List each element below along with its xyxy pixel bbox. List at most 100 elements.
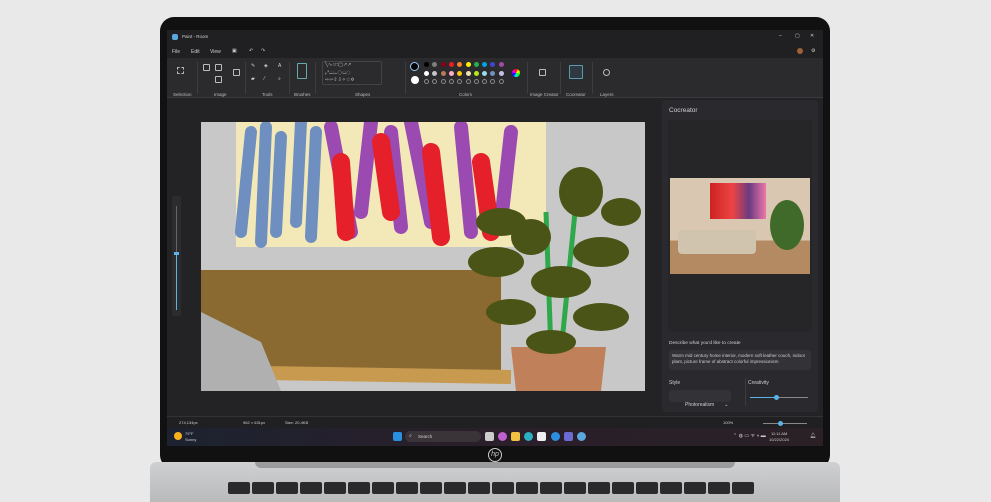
palette-color[interactable] [457, 79, 463, 84]
copilot-icon[interactable] [498, 432, 507, 441]
clock-date[interactable]: 10/22/2024 [769, 437, 789, 442]
generated-image[interactable] [670, 178, 810, 274]
palette-color[interactable] [498, 62, 504, 67]
primary-color[interactable] [410, 62, 419, 71]
palette-color[interactable] [424, 79, 429, 84]
group-image: Image [214, 92, 227, 97]
taskbar: 79°F Sunny ⌕ Search ⌃ ◍ ▭ ᯤ ◖ ▬ 11:11 AM… [167, 428, 823, 446]
menu-file[interactable]: File [172, 49, 180, 55]
search-box[interactable]: ⌕ Search [405, 431, 481, 442]
group-tools: Tools [262, 92, 273, 97]
file-explorer-icon[interactable] [511, 432, 520, 441]
palette-color[interactable] [465, 70, 471, 76]
text-icon[interactable]: A [278, 63, 281, 69]
rotate-icon[interactable] [215, 76, 222, 83]
palette-color[interactable] [490, 79, 496, 84]
palette-color[interactable] [424, 70, 429, 76]
palette-color[interactable] [440, 79, 446, 84]
palette-color[interactable] [424, 62, 429, 67]
edit-colors-icon[interactable] [512, 69, 520, 77]
magnifier-icon[interactable]: ⌕ [278, 76, 281, 82]
prompt-input[interactable]: Warm mid century home interior, modern s… [669, 350, 811, 370]
search-placeholder: Search [418, 434, 433, 439]
palette-color[interactable] [473, 79, 479, 84]
account-avatar[interactable] [797, 48, 803, 54]
image-creator-icon[interactable] [539, 69, 546, 76]
palette-color[interactable] [432, 79, 438, 84]
close-button[interactable]: ✕ [810, 33, 814, 39]
menu-view[interactable]: View [210, 49, 221, 55]
palette-color[interactable] [498, 70, 504, 76]
zoom-dropdown[interactable]: 100% [723, 420, 733, 425]
ribbon: Selection Image ✎ ◈ A ▰ ⁄ ⌕ Tools Brushe… [167, 58, 823, 98]
system-tray-icons[interactable]: ⌃ ◍ ▭ ᯤ ◖ ▬ [733, 433, 766, 439]
settings-icon[interactable]: ⚙ [811, 48, 815, 54]
brushes-icon[interactable] [297, 63, 307, 79]
save-icon[interactable]: ▣ [232, 48, 237, 54]
palette-color[interactable] [448, 79, 454, 84]
weather-sun-icon [174, 432, 182, 440]
settings-app-icon[interactable] [551, 432, 560, 441]
palette-color[interactable] [465, 62, 471, 67]
brush-size-slider[interactable] [172, 196, 181, 316]
secondary-color[interactable] [411, 76, 419, 84]
selection-icon[interactable] [177, 67, 184, 74]
palette-color[interactable] [473, 62, 479, 67]
resize-icon[interactable] [215, 64, 222, 71]
palette-color[interactable] [457, 62, 463, 67]
crop-icon[interactable] [203, 64, 210, 71]
palette-color[interactable] [432, 62, 438, 67]
cocreator-title: Cocreator [669, 107, 698, 114]
eraser-icon[interactable]: ▰ [251, 76, 255, 82]
palette-color[interactable] [448, 62, 454, 67]
style-label: Style [669, 380, 681, 386]
menu-edit[interactable]: Edit [191, 49, 200, 55]
undo-icon[interactable]: ↶ [249, 48, 253, 54]
color-picker-icon[interactable]: ⁄ [264, 76, 265, 82]
palette-color[interactable] [432, 70, 438, 76]
start-button[interactable] [393, 432, 402, 441]
palette-color[interactable] [473, 70, 479, 76]
creativity-slider[interactable] [750, 395, 808, 400]
title-bar: Paint - Room – ▢ ✕ [167, 30, 823, 44]
task-view-icon[interactable] [485, 432, 494, 441]
hp-logo: hp [488, 448, 502, 462]
status-bar: 274,134px 962 × 631px Size: 20.4KB 100% [167, 416, 823, 428]
maximize-button[interactable]: ▢ [795, 33, 800, 39]
palette-color[interactable] [440, 70, 446, 76]
menu-bar: File Edit View ▣ ↶ ↷ ⚙ [167, 44, 823, 58]
pencil-icon[interactable]: ✎ [251, 63, 255, 69]
palette-color[interactable] [490, 70, 496, 76]
image-select-icon[interactable] [233, 69, 240, 76]
redo-icon[interactable]: ↷ [261, 48, 265, 54]
palette-color[interactable] [498, 79, 504, 84]
paint-app-icon [172, 34, 178, 40]
store-icon[interactable] [537, 432, 546, 441]
group-image-creator: Image Creator [530, 92, 559, 97]
cocreator-button[interactable] [569, 65, 583, 79]
cocreator-panel: Cocreator Describe what you'd like to cr… [662, 100, 818, 412]
minimize-button[interactable]: – [779, 33, 782, 39]
palette-color[interactable] [482, 79, 488, 84]
teams-icon[interactable] [564, 432, 573, 441]
weather-condition: Sunny [185, 437, 197, 442]
drawing-canvas[interactable] [200, 115, 645, 391]
palette-color[interactable] [457, 70, 463, 76]
layers-icon[interactable] [603, 69, 610, 76]
palette-color[interactable] [482, 62, 488, 67]
drawing [200, 115, 641, 391]
zoom-slider[interactable] [763, 421, 807, 426]
palette-color[interactable] [465, 79, 471, 84]
palette-color[interactable] [440, 62, 446, 67]
notification-bell-icon[interactable]: 🔔︎ [810, 433, 816, 439]
prompt-label: Describe what you'd like to create [669, 341, 741, 346]
palette-color[interactable] [482, 70, 488, 76]
clock-time[interactable]: 11:11 AM [771, 431, 787, 436]
palette-color[interactable] [448, 70, 454, 76]
fill-icon[interactable]: ◈ [264, 63, 268, 69]
style-dropdown[interactable]: Photorealism ⌄ [669, 390, 731, 408]
shapes-gallery[interactable]: ╲∿○□▢↗↗ ⤢△◺◇⬠⬡ ⇨⇦⇧⇩✧☆✡ [322, 61, 382, 85]
paint-taskbar-icon[interactable] [577, 432, 586, 441]
palette-color[interactable] [490, 62, 496, 67]
edge-icon[interactable] [524, 432, 533, 441]
